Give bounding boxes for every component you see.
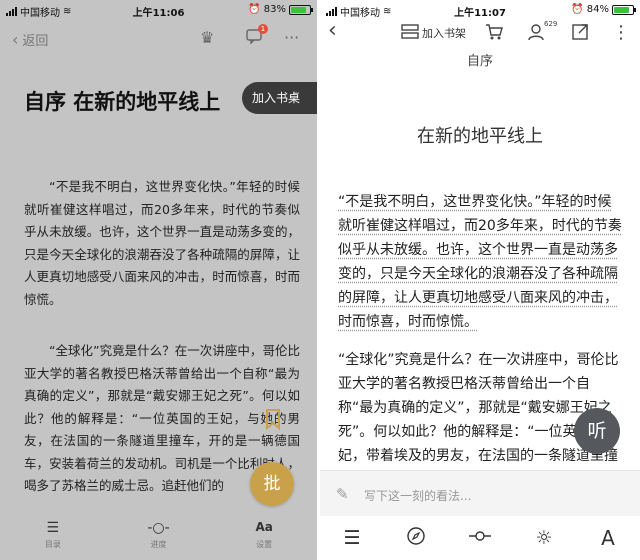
add-to-shelf-button[interactable]: 加入书桌 [242,82,317,114]
back-button[interactable]: ‹ 返回 [12,30,48,49]
toc-label: 目录 [44,540,61,549]
battery-percent: 84% [586,4,609,15]
chapter-title: 在新的地平线上 [417,126,543,147]
back-label: 返回 [22,34,49,49]
alarm-icon: ⏰ [571,4,584,15]
user-count: 629 [544,20,558,28]
chevron-left-icon[interactable]: ‹ [328,18,337,43]
settings-label: 设置 [256,540,273,549]
annotate-button[interactable]: 批 [250,462,294,506]
alarm-icon: ⏰ [248,4,261,15]
reader-bottom-bar: ☰ 目录 -○- 进度 Aa 设置 [0,510,317,560]
pen-icon: ✎ [336,485,349,503]
chevron-left-icon: ‹ [12,30,19,49]
comment-input[interactable]: ✎ 写下这一刻的看法... [320,470,640,516]
reader-top-bar: ‹ 返回 ♛ 1 ··· [0,22,317,56]
add-shelf-label[interactable]: 加入书架 [422,25,466,41]
status-bar: 中国移动 ≋ 上午11:07 ⏰ 84% [320,0,640,20]
status-bar: 中国移动 ≋ 上午11:06 ⏰ 83% [0,0,317,20]
progress-icon[interactable] [465,526,495,551]
message-icon[interactable]: 1 [246,24,268,48]
battery-icon [612,4,636,15]
progress-tab[interactable]: -○- 进度 [128,520,188,550]
bookmark-icon[interactable] [258,404,288,434]
paragraph: “不是我不明白，这世界变化快。”年轻的时候就听崔健这样唱过，而20多年来，时代的… [24,176,300,311]
right-reader-screen: 中国移动 ≋ 上午11:07 ⏰ 84% ‹ 加入书架 629 ⋮ 自序 在新的… [320,0,640,560]
paragraph-1: “不是我不明白，这世界变化快。”年轻的时候就听崔健这样唱过，而20多年来，时代的… [24,179,300,307]
reader-bottom-bar: ☰ ☼ A [320,516,640,560]
compass-icon[interactable] [401,526,431,551]
more-icon[interactable]: ··· [284,28,299,47]
progress-label: 进度 [150,540,167,549]
user-icon[interactable] [526,22,546,47]
add-shelf-icon[interactable] [400,22,420,47]
more-vertical-icon[interactable]: ⋮ [612,22,630,43]
listen-button[interactable]: 听 [574,408,620,454]
screenshot-frame: 中国移动 ≋ 上午11:06 ⏰ 83% ‹ 返回 ♛ 1 ··· 自序 在新的… [0,0,640,560]
paragraph-2: “全球化”究竟是什么？在一次讲座中，哥伦比亚大学的著名教授巴格沃蒂曾给出一个自称… [338,352,619,464]
battery-percent: 83% [263,4,286,15]
share-icon[interactable] [570,22,590,47]
list-icon[interactable]: ☰ [337,527,367,549]
brightness-icon[interactable]: ☼ [529,527,559,549]
message-badge: 1 [258,24,268,34]
reader-top-bar: ‹ 加入书架 629 ⋮ [320,18,640,47]
toc-tab[interactable]: ☰ 目录 [23,520,83,550]
settings-tab[interactable]: Aa 设置 [234,520,294,550]
cart-icon[interactable] [484,22,504,47]
crown-icon[interactable]: ♛ [200,28,214,47]
font-size-icon: Aa [255,520,273,534]
chapter-title: 自序 在新的地平线上 [24,90,221,114]
comment-placeholder: 写下这一刻的看法... [364,489,472,503]
list-icon: ☰ [46,520,60,536]
font-icon[interactable]: A [593,526,623,550]
paragraph-1: “不是我不明白，这世界变化快。”年轻的时候就听崔健这样唱过，而20多年来，时代的… [338,194,622,330]
battery-icon [289,4,313,15]
left-reader-screen: 中国移动 ≋ 上午11:06 ⏰ 83% ‹ 返回 ♛ 1 ··· 自序 在新的… [0,0,317,560]
progress-icon: -○- [147,520,170,536]
chapter-label: 自序 [466,54,493,69]
